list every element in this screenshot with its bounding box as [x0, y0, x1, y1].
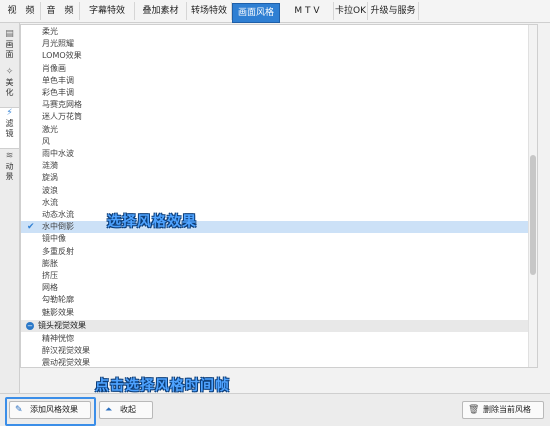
list-item-label: 单色丰调 [42, 75, 74, 85]
tab-mtv[interactable]: M T V [281, 2, 334, 20]
list-item[interactable]: 旋涡 [21, 172, 537, 184]
list-item-label: 马赛克网格 [42, 100, 82, 110]
list-item-label: 迷人万花筒 [42, 112, 82, 122]
list-item-label: 水流 [42, 197, 58, 207]
list-item-label: 网格 [42, 283, 58, 293]
list-item-label: 风 [42, 136, 50, 146]
list-item[interactable]: 激光 [21, 124, 537, 136]
tab-overlay-materials[interactable]: 叠加素材 [135, 2, 187, 20]
list-item-label: 精神恍惚 [42, 334, 74, 343]
list-item-label: 魅影效果 [42, 307, 74, 317]
annotation-click-after: 点击选择风格时间帧 [95, 378, 230, 394]
side-tab-beautify[interactable]: ✧ 美化 [0, 67, 19, 103]
list-item-label: LOMO效果 [42, 51, 82, 61]
list-item[interactable]: 震动视觉效果 [21, 357, 537, 368]
collapse-button[interactable]: ⏶ 收起 [99, 401, 153, 419]
list-item-label: 膨胀 [42, 258, 58, 268]
group-header-label: 镜头视觉效果 [38, 320, 86, 330]
list-item-label: 旋涡 [42, 173, 58, 183]
side-tab-label: 滤镜 [5, 119, 14, 138]
list-item[interactable]: 醉汉视觉效果 [21, 345, 537, 357]
list-item-label: 肖像画 [42, 63, 66, 73]
list-item[interactable]: 膨胀 [21, 258, 537, 270]
list-item[interactable]: 雨中水波 [21, 148, 537, 160]
add-button-highlight [5, 397, 96, 426]
scrollbar-thumb[interactable] [530, 155, 536, 275]
list-item[interactable]: 魅影效果 [21, 307, 537, 319]
list-item[interactable]: 网格 [21, 282, 537, 294]
list-item[interactable]: 水流 [21, 197, 537, 209]
list-item-label: 动态水流 [42, 210, 74, 219]
top-tab-bar: 视 频 音 频 字幕特效 叠加素材 转场特效 画面风格 M T V 卡拉OK 升… [0, 0, 550, 23]
list-item[interactable]: 多重反射 [21, 246, 537, 258]
side-tab-motion[interactable]: ≋ 动景 [0, 151, 19, 187]
list-item-label: 涟漪 [42, 161, 58, 171]
collapse-group-icon[interactable]: − [26, 321, 34, 330]
tab-image-style[interactable]: 画面风格 [232, 3, 280, 23]
filter-wand-icon: ⚡ [6, 108, 13, 118]
trash-icon: 🗑 [468, 405, 480, 415]
list-item[interactable]: 迷人万花筒 [21, 111, 537, 123]
tab-karaoke[interactable]: 卡拉OK [334, 2, 368, 20]
list-item[interactable]: 涟漪 [21, 160, 537, 172]
effect-list-panel: 柔光月光照耀 LOMO效果 肖像画单色丰调彩色丰调马赛克网格迷人万花筒激光风雨中水波… [20, 24, 538, 368]
delete-style-button[interactable]: 🗑 删除当前风格 [462, 401, 544, 419]
list-item[interactable]: ✔ 水中倒影 [21, 221, 537, 234]
list-item-label: 月光照耀 [42, 39, 74, 49]
list-item-label: 醉汉视觉效果 [42, 346, 90, 356]
list-item-label: 多重反射 [42, 246, 74, 256]
group-header[interactable]: − 镜头视觉效果 [21, 319, 537, 332]
list-item-label: 镜中像 [42, 234, 66, 244]
list-item[interactable]: 波浪 [21, 185, 537, 197]
list-item[interactable]: 单色丰调 [21, 75, 537, 87]
list-item[interactable]: 柔光 [21, 26, 537, 38]
side-tab-bar: ▤ 画面 ✧ 美化 ⚡ 滤镜 ≋ 动景 [0, 23, 20, 393]
list-item-label: 水中倒影 [42, 222, 74, 232]
side-tab-picture[interactable]: ▤ 画面 [0, 29, 19, 63]
list-item[interactable]: 挤压 [21, 270, 537, 282]
list-item[interactable]: 彩色丰调 [21, 87, 537, 99]
list-item[interactable]: 动态水流 [21, 209, 537, 221]
list-item[interactable]: 月光照耀 [21, 38, 537, 50]
list-item[interactable]: 风 [21, 136, 537, 148]
list-item[interactable]: 勾勒轮廓 [21, 294, 537, 306]
tab-subtitle-effects[interactable]: 字幕特效 [80, 2, 135, 20]
check-icon: ✔ [27, 222, 35, 233]
picture-icon: ▤ [5, 29, 14, 39]
side-tab-label: 美化 [5, 78, 14, 97]
tab-upgrade-services[interactable]: 升级与服务 [368, 2, 419, 20]
side-tab-label: 动景 [5, 162, 14, 181]
list-item-label: 波浪 [42, 185, 58, 195]
list-item-label: 勾勒轮廓 [42, 295, 74, 305]
list-item-label: 柔光 [42, 27, 58, 36]
list-item[interactable]: 马赛克网格 [21, 99, 537, 111]
list-item[interactable]: LOMO效果 [21, 50, 537, 62]
list-item-label: 雨中水波 [42, 149, 74, 158]
list-item[interactable]: 精神恍惚 [21, 333, 537, 345]
tab-video[interactable]: 视 频 [2, 2, 41, 20]
wand-icon: ✧ [5, 67, 14, 77]
side-tab-label: 画面 [5, 40, 14, 59]
waves-icon: ≋ [5, 151, 14, 161]
list-item-label: 彩色丰调 [42, 88, 74, 97]
tab-transition-effects[interactable]: 转场特效 [187, 2, 232, 20]
list-item-label: 挤压 [42, 271, 58, 280]
side-tab-filter[interactable]: ⚡ 滤镜 [0, 107, 19, 149]
annotation-select-style: 选择风格效果 [107, 214, 197, 230]
list-item[interactable]: 肖像画 [21, 63, 537, 75]
list-item-label: 激光 [42, 124, 58, 134]
vertical-scrollbar[interactable] [528, 25, 537, 367]
list-item[interactable]: 镜中像 [21, 233, 537, 245]
tab-audio[interactable]: 音 频 [41, 2, 80, 20]
list-item-label: 震动视觉效果 [42, 358, 90, 368]
collapse-icon: ⏶ [105, 405, 113, 415]
